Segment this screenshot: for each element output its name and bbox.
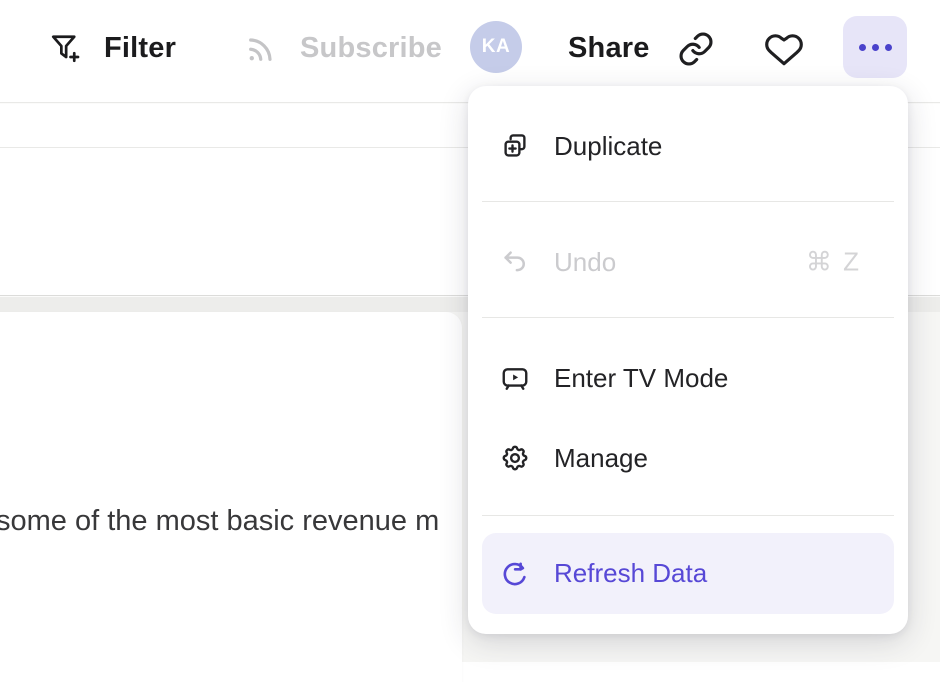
menu-item-label: Duplicate	[554, 131, 662, 162]
more-options-button[interactable]	[843, 16, 907, 78]
menu-divider	[482, 201, 894, 202]
menu-item-label: Enter TV Mode	[554, 363, 728, 394]
filter-button[interactable]: Filter	[48, 26, 176, 70]
avatar-initials: KA	[482, 36, 510, 58]
refresh-icon	[500, 559, 530, 589]
tv-icon	[500, 363, 530, 393]
menu-item-label: Refresh Data	[554, 558, 707, 589]
share-button[interactable]: Share	[568, 26, 650, 70]
menu-item-enter-tv-mode[interactable]: Enter TV Mode	[482, 349, 894, 407]
copy-link-button[interactable]	[677, 27, 715, 71]
rss-icon	[243, 30, 280, 67]
link-icon	[677, 30, 715, 68]
app-screen: some of the most basic revenue m Filter …	[0, 0, 940, 662]
menu-item-duplicate[interactable]: Duplicate	[482, 117, 894, 175]
more-options-menu: Duplicate Undo ⌘ Z Enter TV M	[468, 86, 908, 634]
menu-item-label: Manage	[554, 443, 648, 474]
filter-label: Filter	[104, 32, 176, 65]
duplicate-icon	[500, 131, 530, 161]
content-card: some of the most basic revenue m	[0, 312, 462, 682]
menu-item-label: Undo	[554, 247, 616, 278]
filter-plus-icon	[48, 30, 84, 66]
menu-divider	[482, 515, 894, 516]
menu-item-refresh-data[interactable]: Refresh Data	[482, 533, 894, 614]
gear-icon	[500, 443, 530, 473]
favorite-button[interactable]	[764, 27, 804, 71]
menu-item-undo[interactable]: Undo ⌘ Z	[482, 233, 894, 291]
subscribe-label: Subscribe	[300, 32, 442, 65]
user-avatar[interactable]: KA	[470, 21, 522, 73]
heart-icon	[764, 29, 804, 69]
menu-divider	[482, 317, 894, 318]
menu-item-manage[interactable]: Manage	[482, 429, 894, 487]
undo-icon	[500, 247, 530, 277]
share-label: Share	[568, 32, 650, 65]
shortcut-hint: ⌘ Z	[806, 247, 861, 278]
subscribe-button[interactable]: Subscribe	[243, 26, 442, 70]
ellipsis-icon	[859, 44, 866, 51]
